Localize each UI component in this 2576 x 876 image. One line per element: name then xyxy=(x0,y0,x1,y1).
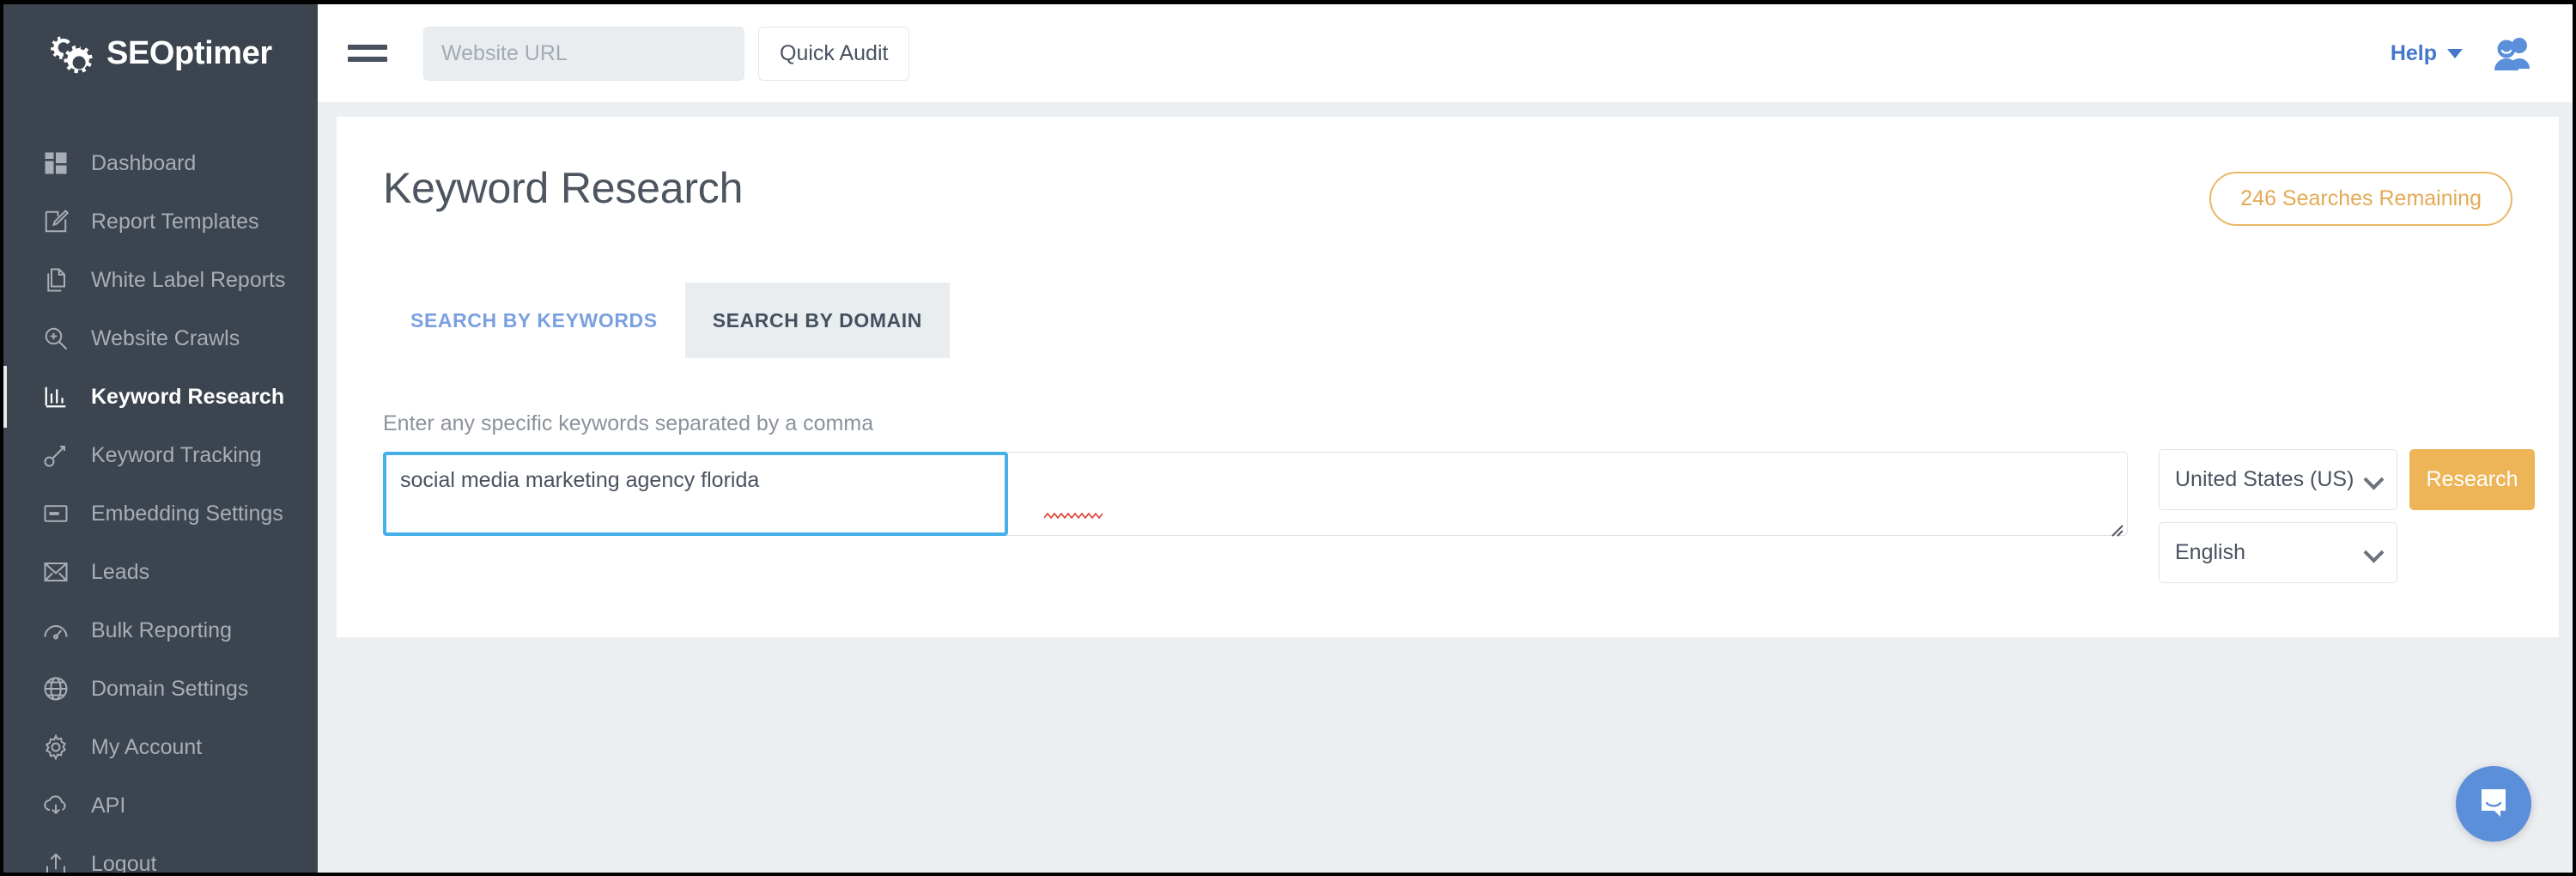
magnifier-plus-icon xyxy=(41,324,70,353)
sidebar-item-domain-settings[interactable]: Domain Settings xyxy=(3,660,318,718)
card-header: Keyword Research 246 Searches Remaining xyxy=(383,163,2512,226)
locale-selects: United States (US) English xyxy=(2159,449,2397,583)
brand-logo[interactable]: SEOptimer xyxy=(3,4,318,103)
search-options: United States (US) English Research xyxy=(2159,449,2535,583)
sidebar-item-bulk-reporting[interactable]: Bulk Reporting xyxy=(3,601,318,660)
language-select-value: English xyxy=(2175,540,2245,564)
sidebar-item-leads[interactable]: Leads xyxy=(3,543,318,601)
sidebar-item-label: White Label Reports xyxy=(91,267,286,292)
envelope-icon xyxy=(41,557,70,587)
search-input[interactable] xyxy=(423,26,744,81)
sidebar-item-keyword-tracking[interactable]: Keyword Tracking xyxy=(3,426,318,484)
quick-audit-button[interactable]: Quick Audit xyxy=(758,26,910,81)
bar-chart-icon xyxy=(41,382,70,411)
country-select[interactable]: United States (US) xyxy=(2159,449,2397,510)
keywords-input[interactable] xyxy=(383,452,1008,536)
sidebar-item-label: Embedding Settings xyxy=(91,501,283,526)
keyword-input-row: United States (US) English Research xyxy=(383,449,2535,589)
searches-remaining-badge[interactable]: 246 Searches Remaining xyxy=(2209,172,2512,226)
chevron-down-icon xyxy=(2363,469,2385,490)
sidebar-item-keyword-research[interactable]: Keyword Research xyxy=(3,366,318,428)
sidebar-item-label: My Account xyxy=(91,734,203,759)
sidebar-item-label: Leads xyxy=(91,559,150,584)
app-window: SEOptimer Dashboard Report Templates Whi… xyxy=(3,4,2573,873)
documents-copy-icon xyxy=(41,265,70,295)
sidebar-item-label: Domain Settings xyxy=(91,676,249,701)
cloud-download-icon xyxy=(41,791,70,820)
main-content: Keyword Research 246 Searches Remaining … xyxy=(318,103,2573,873)
sidebar-item-api[interactable]: API xyxy=(3,776,318,835)
tab-search-by-domain[interactable]: SEARCH BY DOMAIN xyxy=(684,283,950,358)
gear-icon xyxy=(41,733,70,762)
sidebar-item-logout[interactable]: Logout xyxy=(3,835,318,873)
sidebar-item-website-crawls[interactable]: Website Crawls xyxy=(3,309,318,368)
gauge-icon xyxy=(41,616,70,645)
tab-bar: SEARCH BY KEYWORDS SEARCH BY DOMAIN xyxy=(383,283,2512,358)
sidebar-item-my-account[interactable]: My Account xyxy=(3,718,318,776)
sidebar-nav: Dashboard Report Templates White Label R… xyxy=(3,103,318,873)
chat-bubble-icon xyxy=(2474,782,2513,826)
sidebar-item-label: Website Crawls xyxy=(91,325,240,350)
intercom-launcher[interactable] xyxy=(2456,766,2531,842)
topbar: Quick Audit Help xyxy=(318,4,2573,103)
sidebar-item-embedding-settings[interactable]: Embedding Settings xyxy=(3,484,318,543)
sidebar-item-dashboard[interactable]: Dashboard xyxy=(3,134,318,192)
tab-search-by-keywords[interactable]: SEARCH BY KEYWORDS xyxy=(383,283,685,358)
caret-down-icon xyxy=(2447,48,2463,58)
sidebar-item-label: Bulk Reporting xyxy=(91,617,232,642)
embed-box-icon xyxy=(41,499,70,528)
sidebar-item-label: Logout xyxy=(91,851,157,873)
sidebar-item-label: Report Templates xyxy=(91,209,259,234)
sidebar-item-white-label-reports[interactable]: White Label Reports xyxy=(3,251,318,309)
hamburger-icon[interactable] xyxy=(348,37,387,70)
page-title: Keyword Research xyxy=(383,164,744,212)
keywords-field-label: Enter any specific keywords separated by… xyxy=(383,411,874,435)
keyword-research-card: Keyword Research 246 Searches Remaining … xyxy=(337,117,2559,637)
help-menu[interactable]: Help xyxy=(2391,41,2463,66)
chevron-down-icon xyxy=(2363,542,2385,563)
key-icon xyxy=(41,441,70,470)
help-label: Help xyxy=(2390,40,2437,65)
language-select[interactable]: English xyxy=(2159,522,2397,583)
sidebar-item-label: Keyword Tracking xyxy=(91,442,262,467)
sidebar-item-label: Keyword Research xyxy=(91,384,285,409)
sidebar: SEOptimer Dashboard Report Templates Whi… xyxy=(3,4,318,873)
country-select-value: United States (US) xyxy=(2175,467,2354,491)
people-icon[interactable] xyxy=(2492,34,2533,72)
sidebar-item-label: Dashboard xyxy=(91,150,197,175)
research-button[interactable]: Research xyxy=(2409,449,2535,510)
sidebar-item-report-templates[interactable]: Report Templates xyxy=(3,192,318,251)
globe-icon xyxy=(41,674,70,703)
pencil-square-icon xyxy=(41,207,70,236)
gears-logo-icon xyxy=(48,31,94,77)
sidebar-item-label: API xyxy=(91,793,126,818)
brand-name: SEOptimer xyxy=(106,35,272,71)
dashboard-grid-icon xyxy=(41,149,70,178)
topbar-actions: Help xyxy=(2391,34,2573,72)
logout-upload-icon xyxy=(41,849,70,873)
